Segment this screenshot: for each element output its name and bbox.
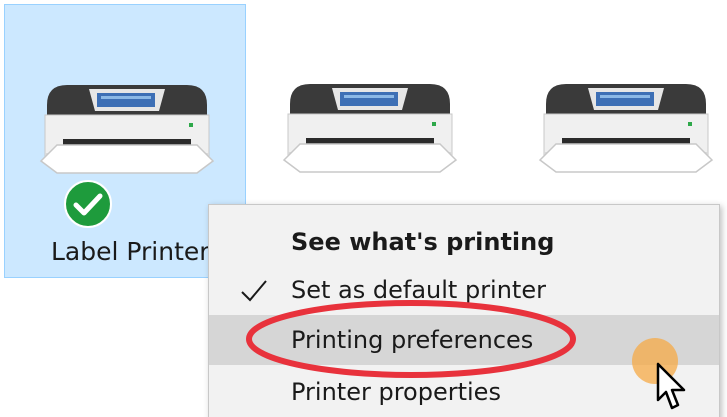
mouse-cursor-icon xyxy=(656,362,686,410)
menu-item-label: Printing preferences xyxy=(291,326,534,354)
printer-icon xyxy=(39,85,215,174)
menu-item-label: See what's printing xyxy=(291,228,555,256)
checkmark-icon xyxy=(241,280,267,302)
menu-item-label: Set as default printer xyxy=(291,276,546,304)
printer-icon xyxy=(282,84,458,173)
printer-context-menu: See what's printing Set as default print… xyxy=(208,204,720,417)
printer-icon xyxy=(538,84,714,173)
menu-item-label: Printer properties xyxy=(291,378,501,406)
menu-item-set-default-printer[interactable]: Set as default printer xyxy=(209,265,719,315)
printer-label: Label Printer xyxy=(51,237,210,266)
menu-item-see-whats-printing[interactable]: See what's printing xyxy=(209,217,719,267)
default-check-badge-icon xyxy=(64,180,112,228)
printers-window: Label Printer See what's printing Set as… xyxy=(0,0,727,417)
